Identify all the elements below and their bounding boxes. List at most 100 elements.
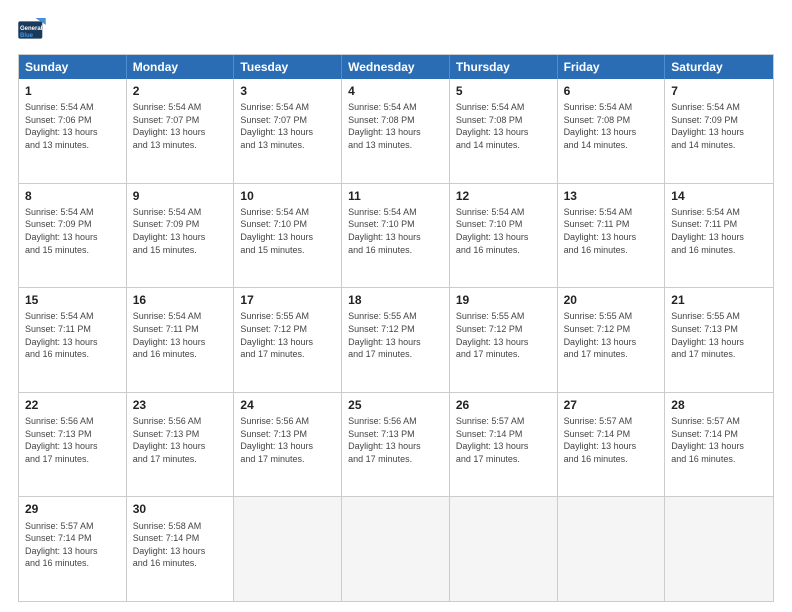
cal-cell: [234, 497, 342, 601]
day-number: 25: [348, 397, 443, 413]
day-number: 19: [456, 292, 551, 308]
cal-cell: 1 Sunrise: 5:54 AM Sunset: 7:06 PM Daylig…: [19, 79, 127, 183]
cal-cell: 19 Sunrise: 5:55 AM Sunset: 7:12 PM Dayli…: [450, 288, 558, 392]
day-info: Sunrise: 5:55 AM Sunset: 7:13 PM Dayligh…: [671, 310, 767, 360]
cal-cell: [665, 497, 773, 601]
day-info: Sunrise: 5:54 AM Sunset: 7:11 PM Dayligh…: [25, 310, 120, 360]
cal-cell: 15 Sunrise: 5:54 AM Sunset: 7:11 PM Dayli…: [19, 288, 127, 392]
day-info: Sunrise: 5:54 AM Sunset: 7:06 PM Dayligh…: [25, 101, 120, 151]
day-info: Sunrise: 5:54 AM Sunset: 7:08 PM Dayligh…: [564, 101, 659, 151]
day-info: Sunrise: 5:56 AM Sunset: 7:13 PM Dayligh…: [348, 415, 443, 465]
day-info: Sunrise: 5:54 AM Sunset: 7:10 PM Dayligh…: [456, 206, 551, 256]
calendar-header: SundayMondayTuesdayWednesdayThursdayFrid…: [19, 55, 773, 79]
cal-cell: 9 Sunrise: 5:54 AM Sunset: 7:09 PM Daylig…: [127, 184, 235, 288]
logo-icon: General Blue: [18, 18, 46, 42]
day-number: 15: [25, 292, 120, 308]
day-info: Sunrise: 5:56 AM Sunset: 7:13 PM Dayligh…: [25, 415, 120, 465]
day-number: 22: [25, 397, 120, 413]
header-day-thursday: Thursday: [450, 55, 558, 79]
day-number: 12: [456, 188, 551, 204]
cal-cell: 25 Sunrise: 5:56 AM Sunset: 7:13 PM Dayli…: [342, 393, 450, 497]
header-day-friday: Friday: [558, 55, 666, 79]
day-number: 3: [240, 83, 335, 99]
week-row-2: 8 Sunrise: 5:54 AM Sunset: 7:09 PM Daylig…: [19, 184, 773, 289]
day-info: Sunrise: 5:57 AM Sunset: 7:14 PM Dayligh…: [671, 415, 767, 465]
header: General Blue: [18, 18, 774, 42]
cal-cell: 5 Sunrise: 5:54 AM Sunset: 7:08 PM Daylig…: [450, 79, 558, 183]
day-info: Sunrise: 5:54 AM Sunset: 7:09 PM Dayligh…: [25, 206, 120, 256]
day-info: Sunrise: 5:56 AM Sunset: 7:13 PM Dayligh…: [133, 415, 228, 465]
week-row-3: 15 Sunrise: 5:54 AM Sunset: 7:11 PM Dayli…: [19, 288, 773, 393]
cal-cell: 2 Sunrise: 5:54 AM Sunset: 7:07 PM Daylig…: [127, 79, 235, 183]
day-number: 10: [240, 188, 335, 204]
cal-cell: 16 Sunrise: 5:54 AM Sunset: 7:11 PM Dayli…: [127, 288, 235, 392]
calendar-body: 1 Sunrise: 5:54 AM Sunset: 7:06 PM Daylig…: [19, 79, 773, 601]
cal-cell: 29 Sunrise: 5:57 AM Sunset: 7:14 PM Dayli…: [19, 497, 127, 601]
day-number: 14: [671, 188, 767, 204]
day-number: 11: [348, 188, 443, 204]
cal-cell: 4Sunrise: 5:54 AM Sunset: 7:08 PM Daylig…: [342, 79, 450, 183]
day-number: 28: [671, 397, 767, 413]
cal-cell: 3 Sunrise: 5:54 AM Sunset: 7:07 PM Daylig…: [234, 79, 342, 183]
cal-cell: 27 Sunrise: 5:57 AM Sunset: 7:14 PM Dayli…: [558, 393, 666, 497]
cal-cell: 7 Sunrise: 5:54 AM Sunset: 7:09 PM Daylig…: [665, 79, 773, 183]
cal-cell: 11 Sunrise: 5:54 AM Sunset: 7:10 PM Dayli…: [342, 184, 450, 288]
day-number: 1: [25, 83, 120, 99]
day-number: 30: [133, 501, 228, 517]
day-info: Sunrise: 5:57 AM Sunset: 7:14 PM Dayligh…: [564, 415, 659, 465]
day-info: Sunrise: 5:56 AM Sunset: 7:13 PM Dayligh…: [240, 415, 335, 465]
day-info: Sunrise: 5:54 AM Sunset: 7:11 PM Dayligh…: [133, 310, 228, 360]
header-day-wednesday: Wednesday: [342, 55, 450, 79]
day-number: 13: [564, 188, 659, 204]
day-info: Sunrise: 5:54 AM Sunset: 7:09 PM Dayligh…: [671, 101, 767, 151]
day-info: Sunrise: 5:54 AM Sunset: 7:10 PM Dayligh…: [348, 206, 443, 256]
day-info: Sunrise: 5:54 AM Sunset: 7:07 PM Dayligh…: [133, 101, 228, 151]
day-number: 29: [25, 501, 120, 517]
cal-cell: 8 Sunrise: 5:54 AM Sunset: 7:09 PM Daylig…: [19, 184, 127, 288]
day-info: Sunrise: 5:54 AM Sunset: 7:10 PM Dayligh…: [240, 206, 335, 256]
page: General Blue SundayMondayTuesdayWednesda…: [0, 0, 792, 612]
day-info: Sunrise: 5:57 AM Sunset: 7:14 PM Dayligh…: [25, 520, 120, 570]
day-info: Sunrise: 5:54 AM Sunset: 7:08 PM Dayligh…: [456, 101, 551, 151]
day-number: 9: [133, 188, 228, 204]
day-number: 24: [240, 397, 335, 413]
day-info: Sunrise: 5:58 AM Sunset: 7:14 PM Dayligh…: [133, 520, 228, 570]
day-number: 27: [564, 397, 659, 413]
cal-cell: 21Sunrise: 5:55 AM Sunset: 7:13 PM Dayli…: [665, 288, 773, 392]
day-number: 20: [564, 292, 659, 308]
day-info: Sunrise: 5:54 AM Sunset: 7:07 PM Dayligh…: [240, 101, 335, 151]
cal-cell: 18Sunrise: 5:55 AM Sunset: 7:12 PM Dayli…: [342, 288, 450, 392]
day-number: 23: [133, 397, 228, 413]
header-day-sunday: Sunday: [19, 55, 127, 79]
week-row-5: 29 Sunrise: 5:57 AM Sunset: 7:14 PM Dayli…: [19, 497, 773, 601]
day-info: Sunrise: 5:54 AM Sunset: 7:09 PM Dayligh…: [133, 206, 228, 256]
cal-cell: 10 Sunrise: 5:54 AM Sunset: 7:10 PM Dayli…: [234, 184, 342, 288]
cal-cell: 17Sunrise: 5:55 AM Sunset: 7:12 PM Dayli…: [234, 288, 342, 392]
day-number: 16: [133, 292, 228, 308]
day-number: 6: [564, 83, 659, 99]
day-number: 8: [25, 188, 120, 204]
cal-cell: [558, 497, 666, 601]
week-row-1: 1 Sunrise: 5:54 AM Sunset: 7:06 PM Daylig…: [19, 79, 773, 184]
day-number: 7: [671, 83, 767, 99]
cal-cell: 23 Sunrise: 5:56 AM Sunset: 7:13 PM Dayli…: [127, 393, 235, 497]
calendar: SundayMondayTuesdayWednesdayThursdayFrid…: [18, 54, 774, 602]
day-number: 26: [456, 397, 551, 413]
cal-cell: 12 Sunrise: 5:54 AM Sunset: 7:10 PM Dayli…: [450, 184, 558, 288]
cal-cell: 30 Sunrise: 5:58 AM Sunset: 7:14 PM Dayli…: [127, 497, 235, 601]
header-day-tuesday: Tuesday: [234, 55, 342, 79]
cal-cell: [450, 497, 558, 601]
cal-cell: [342, 497, 450, 601]
day-info: Sunrise: 5:54 AM Sunset: 7:08 PM Dayligh…: [348, 101, 443, 151]
cal-cell: 6 Sunrise: 5:54 AM Sunset: 7:08 PM Daylig…: [558, 79, 666, 183]
day-info: Sunrise: 5:55 AM Sunset: 7:12 PM Dayligh…: [456, 310, 551, 360]
day-number: 2: [133, 83, 228, 99]
week-row-4: 22 Sunrise: 5:56 AM Sunset: 7:13 PM Dayli…: [19, 393, 773, 498]
cal-cell: 24 Sunrise: 5:56 AM Sunset: 7:13 PM Dayli…: [234, 393, 342, 497]
day-info: Sunrise: 5:55 AM Sunset: 7:12 PM Dayligh…: [564, 310, 659, 360]
header-day-saturday: Saturday: [665, 55, 773, 79]
day-number: 5: [456, 83, 551, 99]
day-number: 17: [240, 292, 335, 308]
day-info: Sunrise: 5:54 AM Sunset: 7:11 PM Dayligh…: [671, 206, 767, 256]
header-day-monday: Monday: [127, 55, 235, 79]
